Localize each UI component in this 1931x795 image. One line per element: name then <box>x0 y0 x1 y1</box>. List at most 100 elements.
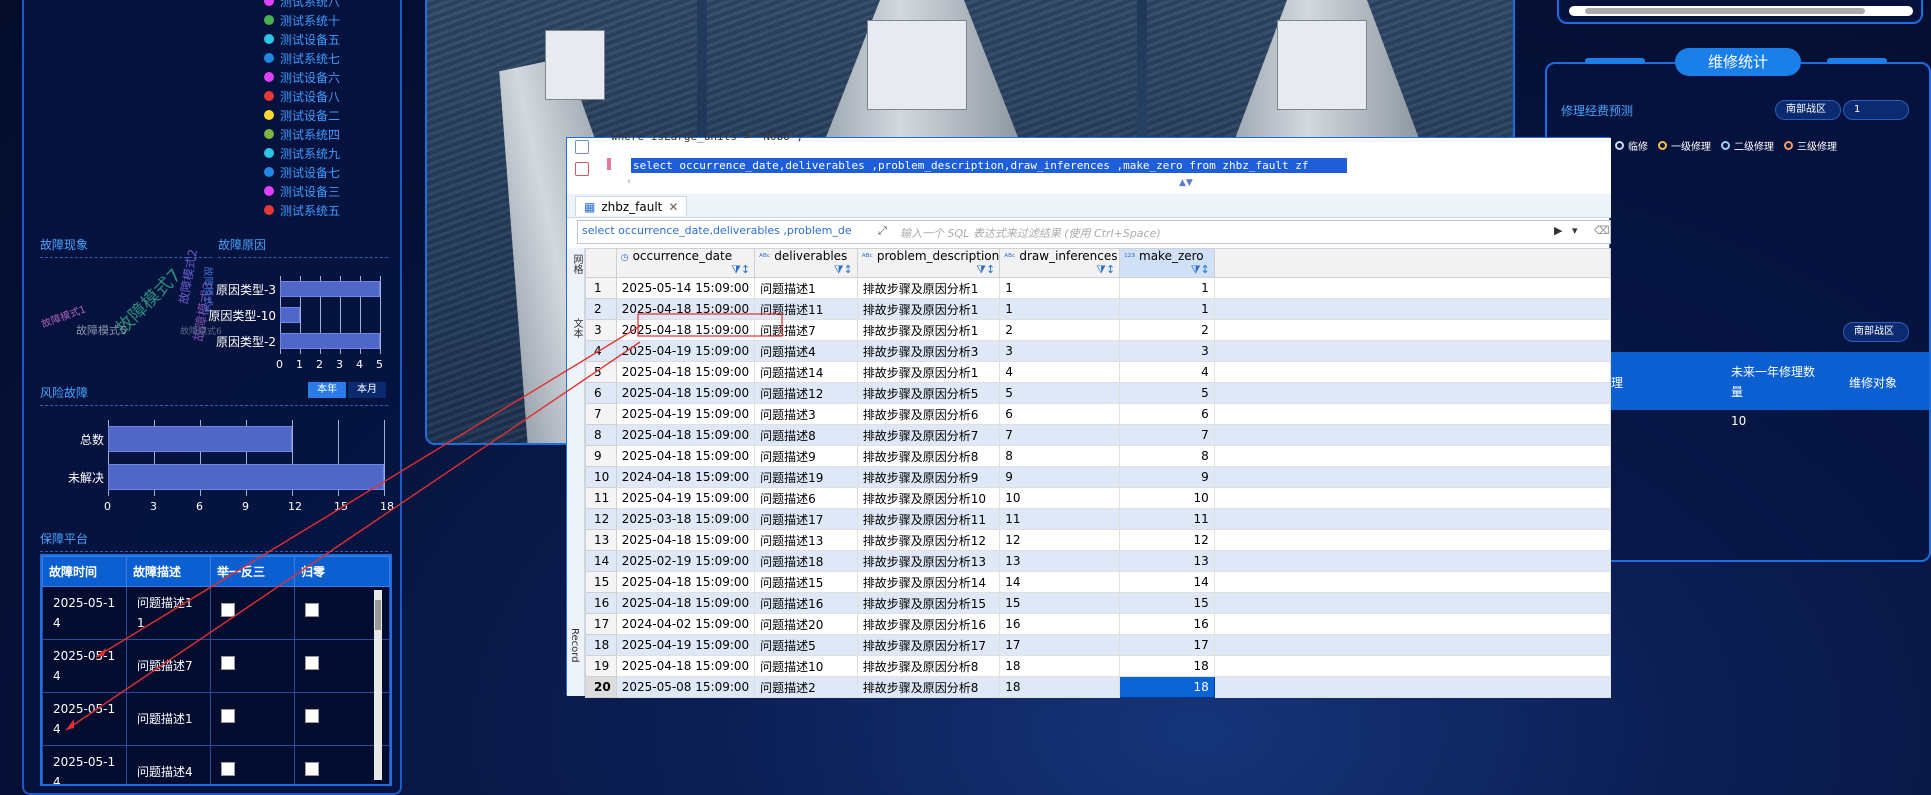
cell-problem_description[interactable]: 排故步骤及原因分析13 <box>856 550 1001 572</box>
result-row[interactable]: 17 2024-04-02 15:09:00 问题描述20 排故步骤及原因分析16 16… <box>585 613 1612 635</box>
cell-problem_description[interactable]: 排故步骤及原因分析10 <box>856 487 1001 509</box>
row-number[interactable]: 7 <box>585 403 617 425</box>
cell-draw_inferences[interactable]: 5 <box>999 382 1121 404</box>
result-row[interactable]: 10 2024-04-18 15:09:00 问题描述19 排故步骤及原因分析9 9 9 <box>585 466 1612 488</box>
cell-make_zero[interactable]: 1 <box>1119 277 1215 299</box>
cell-draw_inferences[interactable]: 18 <box>999 655 1121 677</box>
system-legend-item[interactable]: 测试系统十 <box>264 11 340 29</box>
cell-draw_inferences[interactable]: 16 <box>999 613 1121 635</box>
cell-make_zero[interactable]: 16 <box>1119 613 1215 635</box>
row-number[interactable]: 4 <box>585 340 617 362</box>
cell-problem_description[interactable]: 排故步骤及原因分析11 <box>856 508 1001 530</box>
table-scrollbar[interactable] <box>374 590 382 780</box>
region-select-1[interactable]: 南部战区 <box>1775 100 1841 120</box>
cell-make_zero[interactable]: 14 <box>1119 571 1215 593</box>
repair-legend-item[interactable]: 临修 <box>1615 138 1648 153</box>
cell-occurrence_date[interactable]: 2025-05-14 15:09:00 <box>615 277 756 299</box>
cell-draw_inferences[interactable]: 7 <box>999 424 1121 446</box>
table-row[interactable]: 2025-05-14 问题描述7 <box>42 639 390 693</box>
cell-draw_inferences[interactable]: 9 <box>999 466 1121 488</box>
cell-occurrence_date[interactable]: 2025-04-18 15:09:00 <box>615 319 756 341</box>
panel-resize-handle[interactable]: ▲▼ <box>1179 178 1193 188</box>
cell-draw_inferences[interactable]: 18 <box>999 676 1121 698</box>
cell-draw_inferences[interactable]: 14 <box>999 571 1121 593</box>
sql-editor[interactable]: where isLarge_units = 'N0bo'; select occ… <box>567 130 1611 194</box>
result-row[interactable]: 16 2025-04-18 15:09:00 问题描述16 排故步骤及原因分析15 15… <box>585 592 1612 614</box>
close-icon[interactable]: ✕ <box>668 197 678 216</box>
row-number[interactable]: 15 <box>585 571 617 593</box>
cell-make_zero[interactable]: 15 <box>1119 592 1215 614</box>
cell-occurrence_date[interactable]: 2025-04-18 15:09:00 <box>615 361 756 383</box>
table-row[interactable]: 2025-05-14 问题描述4 <box>42 745 390 784</box>
result-row[interactable]: 8 2025-04-18 15:09:00 问题描述8 排故步骤及原因分析7 7 7 <box>585 424 1612 446</box>
row-number[interactable]: 14 <box>585 550 617 572</box>
row-number[interactable]: 16 <box>585 592 617 614</box>
row-number[interactable]: 12 <box>585 508 617 530</box>
filter-sort-icon[interactable]: ⧩↕ <box>976 263 995 277</box>
system-legend-item[interactable]: 测试设备三 <box>264 182 340 200</box>
lesson-checkbox[interactable] <box>221 762 235 776</box>
result-row[interactable]: 5 2025-04-18 15:09:00 问题描述14 排故步骤及原因分析1 4 4 <box>585 361 1612 383</box>
cell-draw_inferences[interactable]: 10 <box>999 487 1121 509</box>
tab-zhbz-fault[interactable]: ▦ zhbz_fault ✕ <box>575 196 688 216</box>
row-number[interactable]: 10 <box>585 466 617 488</box>
cell-problem_description[interactable]: 排故步骤及原因分析9 <box>856 466 1001 488</box>
scroll-left-arrow[interactable]: ‹ <box>627 176 631 187</box>
result-row[interactable]: 3 2025-04-18 15:09:00 问题描述7 排故步骤及原因分析1 2 2 <box>585 319 1612 341</box>
repair-legend-item[interactable]: 一级修理 <box>1658 138 1711 153</box>
repair-legend-item[interactable]: 三级修理 <box>1784 138 1837 153</box>
cell-problem_description[interactable]: 排故步骤及原因分析1 <box>856 319 1001 341</box>
cell-deliverables[interactable]: 问题描述10 <box>754 655 858 677</box>
row-number[interactable]: 5 <box>585 361 617 383</box>
cell-make_zero[interactable]: 18 <box>1119 676 1215 698</box>
cell-make_zero[interactable]: 13 <box>1119 550 1215 572</box>
cell-draw_inferences[interactable]: 1 <box>999 277 1121 299</box>
cell-deliverables[interactable]: 问题描述7 <box>754 319 858 341</box>
cell-problem_description[interactable]: 排故步骤及原因分析7 <box>856 424 1001 446</box>
cell-problem_description[interactable]: 排故步骤及原因分析5 <box>856 382 1001 404</box>
cell-deliverables[interactable]: 问题描述17 <box>754 508 858 530</box>
cell-problem_description[interactable]: 排故步骤及原因分析1 <box>856 361 1001 383</box>
cell-occurrence_date[interactable]: 2025-04-18 15:09:00 <box>615 382 756 404</box>
cell-make_zero[interactable]: 11 <box>1119 508 1215 530</box>
row-number[interactable]: 17 <box>585 613 617 635</box>
cell-deliverables[interactable]: 问题描述2 <box>754 676 858 698</box>
toggle-this-month[interactable]: 本月 <box>348 382 386 398</box>
row-number[interactable]: 8 <box>585 424 617 446</box>
row-number[interactable]: 13 <box>585 529 617 551</box>
cell-deliverables[interactable]: 问题描述8 <box>754 424 858 446</box>
cell-occurrence_date[interactable]: 2024-04-18 15:09:00 <box>615 466 756 488</box>
zero-checkbox[interactable] <box>305 656 319 670</box>
zero-checkbox[interactable] <box>305 709 319 723</box>
cell-problem_description[interactable]: 排故步骤及原因分析14 <box>856 571 1001 593</box>
cell-occurrence_date[interactable]: 2025-03-18 15:09:00 <box>615 508 756 530</box>
cell-make_zero[interactable]: 10 <box>1119 487 1215 509</box>
cell-problem_description[interactable]: 排故步骤及原因分析3 <box>856 340 1001 362</box>
cell-make_zero[interactable]: 1 <box>1119 298 1215 320</box>
cell-make_zero[interactable]: 6 <box>1119 403 1215 425</box>
cell-draw_inferences[interactable]: 3 <box>999 340 1121 362</box>
result-row[interactable]: 15 2025-04-18 15:09:00 问题描述15 排故步骤及原因分析14 14… <box>585 571 1612 593</box>
filter-sql-text[interactable]: select occurrence_date,deliverables ,pro… <box>582 224 872 237</box>
cell-draw_inferences[interactable]: 6 <box>999 403 1121 425</box>
result-row[interactable]: 11 2025-04-19 15:09:00 问题描述6 排故步骤及原因分析10 10 1… <box>585 487 1612 509</box>
filter-sort-icon[interactable]: ⧩↕ <box>1096 263 1115 277</box>
system-legend-item[interactable]: 测试系统五 <box>264 201 340 219</box>
system-legend-item[interactable]: 测试设备六 <box>264 68 340 86</box>
system-legend-item[interactable]: 测试系统九 <box>264 144 340 162</box>
cell-occurrence_date[interactable]: 2025-04-18 15:09:00 <box>615 424 756 446</box>
system-legend-item[interactable]: 测试系统八 <box>264 0 340 10</box>
cell-draw_inferences[interactable]: 1 <box>999 298 1121 320</box>
result-row[interactable]: 6 2025-04-18 15:09:00 问题描述12 排故步骤及原因分析5 5 5 <box>585 382 1612 404</box>
system-legend-item[interactable]: 测试系统七 <box>264 49 340 67</box>
cell-draw_inferences[interactable]: 8 <box>999 445 1121 467</box>
cell-occurrence_date[interactable]: 2025-02-19 15:09:00 <box>615 550 756 572</box>
result-row[interactable]: 19 2025-04-18 15:09:00 问题描述10 排故步骤及原因分析8 18 1… <box>585 655 1612 677</box>
cell-problem_description[interactable]: 排故步骤及原因分析8 <box>856 655 1001 677</box>
script-icon[interactable] <box>575 140 589 154</box>
cell-draw_inferences[interactable]: 4 <box>999 361 1121 383</box>
cell-draw_inferences[interactable]: 2 <box>999 319 1121 341</box>
lesson-checkbox[interactable] <box>221 656 235 670</box>
level-select[interactable]: 1 <box>1843 100 1909 120</box>
filter-input[interactable]: 输入一个 SQL 表达式来过滤结果 (使用 Ctrl+Space) <box>900 225 1161 241</box>
